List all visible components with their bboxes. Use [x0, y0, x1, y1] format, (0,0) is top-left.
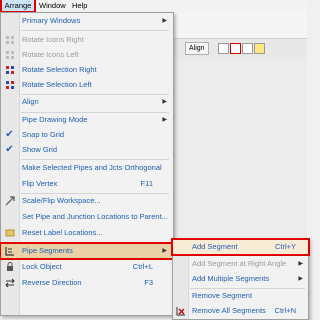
menu-item-label: Reset Label Locations...: [22, 228, 103, 237]
menu-item-label: Show Grid: [22, 145, 58, 154]
chevron-right-icon: ▶: [162, 99, 167, 105]
menu-item-rotate-selection-left[interactable]: Rotate Selection Left: [1, 78, 173, 92]
menu-item-set-pipe-locations[interactable]: Set Pipe and Junction Locations to Paren…: [1, 210, 173, 224]
submenu-item-remove-all-segments[interactable]: Remove All Segments Ctrl+N: [173, 304, 308, 318]
menu-item-make-orthogonal[interactable]: Make Selected Pipes and Jcts Orthogonal: [1, 161, 173, 175]
remove-segments-icon: [175, 306, 186, 316]
delete-icon[interactable]: [230, 43, 241, 54]
toolbar-button-3[interactable]: [242, 43, 253, 54]
menu-item-align[interactable]: Align ▶: [1, 95, 173, 109]
menu-item-label: Rotate Icons Right: [22, 35, 84, 44]
menu-item-label: Remove All Segments: [192, 306, 266, 315]
menu-item-label: Add Multiple Segments: [192, 274, 270, 283]
checkmark-icon: ✔: [5, 129, 14, 140]
checkmark-icon: ✔: [5, 144, 14, 155]
menu-separator: [21, 30, 169, 31]
shortcut-label: Ctrl+L: [132, 262, 153, 271]
rotate-left-icon: [4, 50, 15, 60]
submenu-item-add-segment-right-angle[interactable]: Add Segment at Right Angle ▶: [173, 257, 308, 271]
menu-item-reverse-direction[interactable]: Reverse Direction F3: [1, 276, 173, 290]
rotate-selection-right-icon: [4, 65, 15, 75]
chevron-right-icon: ▶: [162, 248, 167, 254]
menu-window[interactable]: Window: [37, 0, 68, 11]
menu-item-label: Align: [22, 97, 39, 106]
menu-arrange[interactable]: Arrange: [0, 0, 36, 13]
chevron-right-icon: ▶: [298, 261, 303, 267]
menu-item-show-grid[interactable]: ✔ Show Grid: [1, 143, 173, 157]
menu-item-label: Make Selected Pipes and Jcts Orthogonal: [22, 163, 162, 172]
menu-help[interactable]: Help: [70, 0, 89, 11]
arrange-menu: Primary Windows ▶ Rotate Icons Right Rot…: [0, 12, 175, 316]
submenu-item-add-segment[interactable]: Add Segment Ctrl+Y: [171, 238, 310, 256]
menu-separator: [21, 242, 169, 243]
lock-icon: [4, 262, 15, 272]
rotate-selection-left-icon: [4, 80, 15, 90]
menu-item-rotate-selection-right[interactable]: Rotate Selection Right: [1, 63, 173, 77]
menu-item-label: Primary Windows: [22, 16, 81, 25]
rotate-right-icon: [4, 35, 15, 45]
shortcut-label: F3: [144, 278, 153, 287]
menu-separator: [21, 159, 169, 160]
shortcut-label: Ctrl+Y: [274, 242, 296, 251]
align-button[interactable]: Align: [185, 42, 209, 55]
menu-item-scale-flip-workspace[interactable]: Scale/Flip Workspace...: [1, 194, 173, 208]
label-icon: [4, 228, 15, 238]
menu-item-label: Scale/Flip Workspace...: [22, 196, 101, 205]
menu-item-label: Pipe Drawing Mode: [22, 115, 88, 124]
menu-item-label: Set Pipe and Junction Locations to Paren…: [22, 212, 168, 221]
menu-item-label: Add Segment at Right Angle: [192, 259, 287, 268]
menu-item-label: Lock Object: [22, 262, 62, 271]
lightbulb-icon[interactable]: [254, 43, 265, 54]
menu-item-rotate-icons-right[interactable]: Rotate Icons Right: [1, 33, 173, 47]
shortcut-label: F11: [140, 179, 153, 188]
menu-item-rotate-icons-left[interactable]: Rotate Icons Left: [1, 48, 173, 62]
menu-item-label: Remove Segment: [192, 291, 253, 300]
menu-item-label: Add Segment: [192, 242, 238, 251]
menu-item-lock-object[interactable]: Lock Object Ctrl+L: [1, 260, 173, 274]
menu-item-primary-windows[interactable]: Primary Windows ▶: [1, 14, 173, 28]
reverse-arrows-icon: [4, 278, 15, 288]
menu-item-pipe-segments[interactable]: Pipe Segments ▶: [0, 242, 175, 260]
menu-item-reset-label-locations[interactable]: Reset Label Locations...: [1, 226, 173, 240]
pipe-segments-icon: [4, 246, 15, 256]
menu-item-label: Rotate Selection Left: [22, 80, 92, 89]
chevron-right-icon: ▶: [162, 117, 167, 123]
menu-item-label: Flip Vertex: [22, 179, 58, 188]
menu-item-label: Snap to Grid: [22, 130, 65, 139]
menu-item-label: Pipe Segments: [22, 246, 73, 255]
menu-item-label: Reverse Direction: [22, 278, 82, 287]
menu-item-pipe-drawing-mode[interactable]: Pipe Drawing Mode ▶: [1, 113, 173, 127]
chevron-right-icon: ▶: [298, 276, 303, 282]
pipe-segments-submenu: Add Segment Ctrl+Y Add Segment at Right …: [171, 238, 310, 320]
submenu-item-add-multiple-segments[interactable]: Add Multiple Segments ▶: [173, 272, 308, 286]
toolbar-button-1[interactable]: [218, 43, 229, 54]
submenu-item-remove-segment[interactable]: Remove Segment: [173, 289, 308, 303]
chevron-right-icon: ▶: [162, 18, 167, 24]
scale-workspace-icon: [4, 196, 15, 206]
menu-item-snap-to-grid[interactable]: ✔ Snap to Grid: [1, 128, 173, 142]
menu-item-label: Rotate Icons Left: [22, 50, 79, 59]
menu-item-flip-vertex[interactable]: Flip Vertex F11: [1, 177, 173, 191]
shortcut-label: Ctrl+N: [274, 306, 296, 315]
menu-item-label: Rotate Selection Right: [22, 65, 97, 74]
